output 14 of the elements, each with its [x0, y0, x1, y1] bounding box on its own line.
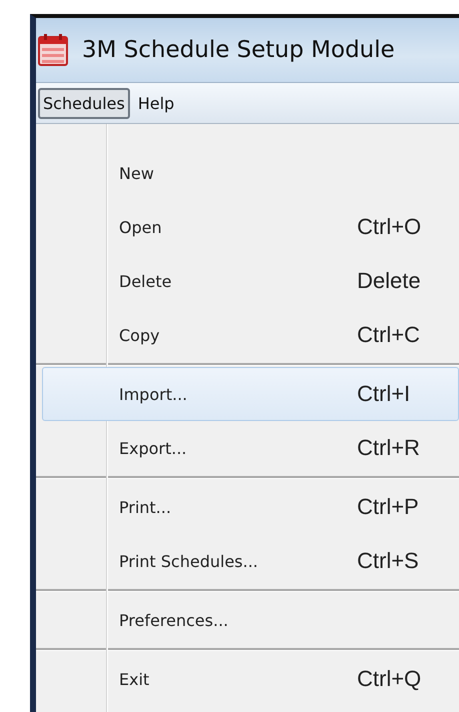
window-title: 3M Schedule Setup Module	[82, 37, 395, 63]
menu-item[interactable]: Print Schedules... Ctrl+S	[42, 534, 459, 588]
menu-bar-item[interactable]: Help	[134, 88, 178, 118]
calendar-icon	[38, 34, 68, 66]
menu-item[interactable]: Delete Delete	[42, 254, 459, 308]
menu-item[interactable]: Exit Ctrl+Q	[42, 652, 459, 706]
menu-item[interactable]: Open Ctrl+O	[42, 200, 459, 254]
menu-item[interactable]: Print... Ctrl+P	[42, 480, 459, 534]
menu-item[interactable]: New	[42, 146, 459, 200]
menu-item[interactable]: Preferences...	[42, 593, 459, 647]
menu-item[interactable]: Import... Ctrl+I	[42, 367, 459, 421]
menu-item[interactable]: Export... Ctrl+R	[42, 421, 459, 475]
menu-bar-item[interactable]: Schedules	[38, 88, 130, 118]
menu-item[interactable]: Copy Ctrl+C	[42, 308, 459, 362]
